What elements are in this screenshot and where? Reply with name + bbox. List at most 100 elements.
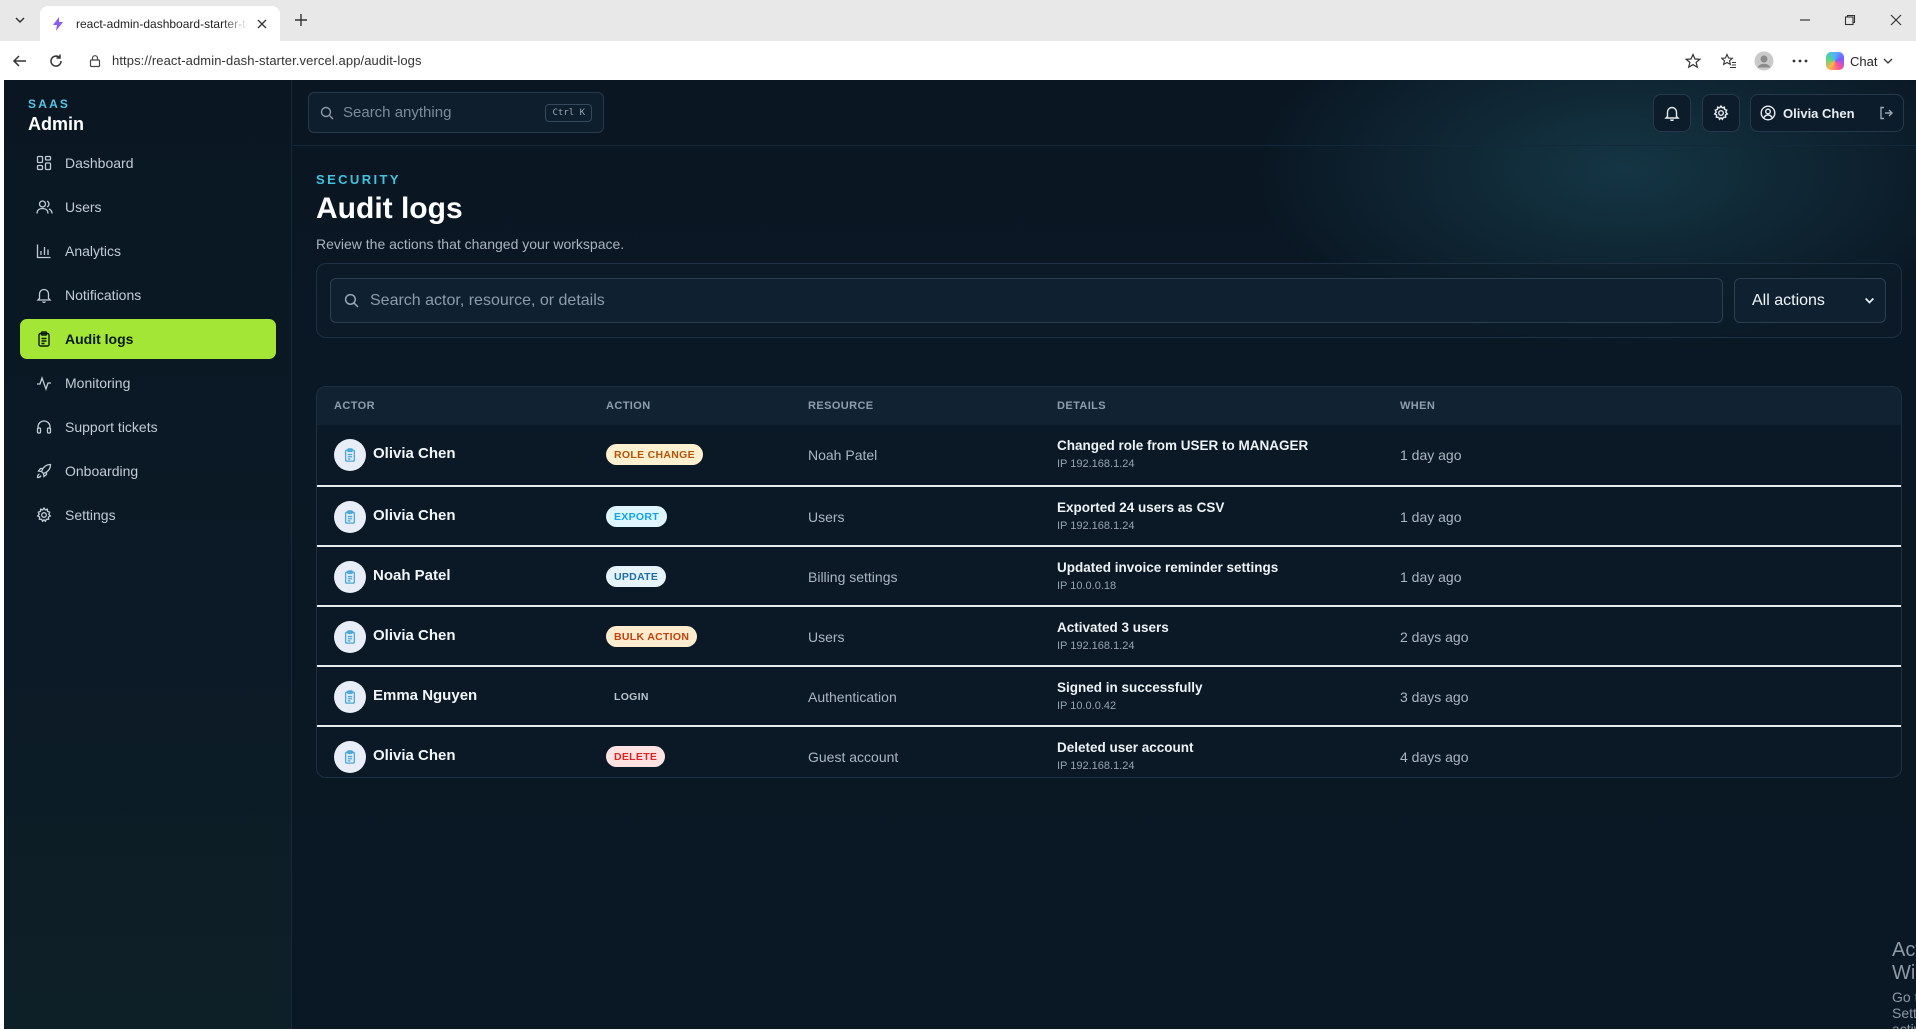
sidebar: SAAS Admin Dashboard Users Analytics Not… bbox=[4, 80, 292, 1029]
sidebar-item-label: Settings bbox=[65, 507, 116, 523]
browser-tab[interactable]: react-admin-dashboard-starter-te bbox=[40, 6, 280, 41]
user-name: Olivia Chen bbox=[1783, 105, 1855, 121]
rocket-icon bbox=[35, 462, 53, 480]
global-search-placeholder: Search anything bbox=[343, 104, 452, 121]
site-info-icon[interactable] bbox=[88, 54, 102, 68]
table-row[interactable]: Olivia Chen ROLE CHANGE Noah Patel Chang… bbox=[317, 425, 1901, 485]
close-window-icon[interactable] bbox=[1884, 8, 1908, 32]
sidebar-item-label: Analytics bbox=[65, 243, 122, 259]
more-options-icon[interactable] bbox=[1788, 49, 1812, 73]
sidebar-item-label: Support tickets bbox=[65, 419, 158, 435]
restore-window-icon[interactable] bbox=[1838, 8, 1862, 32]
back-arrow-icon[interactable] bbox=[8, 49, 32, 73]
close-tab-icon[interactable] bbox=[254, 16, 270, 32]
sidebar-item-label: Notifications bbox=[65, 287, 142, 303]
page-subtitle: Review the actions that changed your wor… bbox=[316, 236, 625, 252]
action-badge: DELETE bbox=[606, 746, 666, 767]
browser-tab-bar: react-admin-dashboard-starter-te bbox=[0, 0, 1916, 41]
page-title: Audit logs bbox=[316, 192, 463, 225]
sidebar-item-analytics[interactable]: Analytics bbox=[20, 231, 276, 271]
user-menu-button[interactable]: Olivia Chen bbox=[1750, 94, 1904, 132]
sidebar-item-users[interactable]: Users bbox=[20, 187, 276, 227]
audit-log-table: ACTOR ACTION RESOURCE DETAILS WHEN Olivi… bbox=[316, 386, 1902, 778]
sidebar-nav: Dashboard Users Analytics Notifications bbox=[20, 143, 276, 539]
sidebar-item-label: Onboarding bbox=[65, 463, 139, 479]
clipboard-icon bbox=[344, 630, 356, 644]
sidebar-item-label: Audit logs bbox=[65, 331, 134, 347]
table-row[interactable]: Emma Nguyen LOGIN Authentication Signed … bbox=[317, 665, 1901, 725]
action-badge: BULK ACTION bbox=[606, 626, 698, 647]
sidebar-item-audit-logs[interactable]: Audit logs bbox=[20, 319, 276, 359]
detail-text: Changed role from USER to MANAGER bbox=[1057, 438, 1309, 453]
copilot-chat-button[interactable]: Chat bbox=[1826, 48, 1893, 74]
avatar bbox=[334, 501, 366, 533]
sidebar-item-dashboard[interactable]: Dashboard bbox=[20, 143, 276, 183]
avatar bbox=[334, 741, 366, 773]
url-text: https://react-admin-dash-starter.vercel.… bbox=[112, 53, 422, 68]
reload-icon[interactable] bbox=[44, 49, 68, 73]
search-icon bbox=[320, 106, 334, 119]
activate-windows-watermark: Activate Windows Go to Settings to activ… bbox=[1892, 939, 1916, 1029]
tab-title: react-admin-dashboard-starter-te bbox=[76, 16, 248, 31]
url-field[interactable]: https://react-admin-dash-starter.vercel.… bbox=[76, 46, 1696, 75]
bell-icon bbox=[1664, 106, 1680, 121]
timestamp: 1 day ago bbox=[1400, 447, 1462, 463]
user-circle-icon bbox=[1760, 105, 1776, 121]
minimize-window-icon[interactable] bbox=[1793, 8, 1817, 32]
sidebar-item-support-tickets[interactable]: Support tickets bbox=[20, 407, 276, 447]
global-search-input[interactable]: Search anything Ctrl K bbox=[308, 92, 604, 133]
table-row[interactable]: Noah Patel UPDATE Billing settings Updat… bbox=[317, 545, 1901, 605]
new-tab-plus-icon[interactable] bbox=[290, 9, 312, 31]
favorites-list-icon[interactable] bbox=[1717, 49, 1741, 73]
actor-name: Emma Nguyen bbox=[373, 687, 478, 704]
sidebar-item-notifications[interactable]: Notifications bbox=[20, 275, 276, 315]
avatar bbox=[334, 681, 366, 713]
gear-icon bbox=[35, 506, 53, 524]
main-content: Search anything Ctrl K Olivia Chen SECUR… bbox=[293, 80, 1916, 1029]
actor-name: Noah Patel bbox=[373, 567, 451, 584]
timestamp: 1 day ago bbox=[1400, 569, 1462, 585]
audit-search-placeholder: Search actor, resource, or details bbox=[370, 291, 605, 309]
audit-search-input[interactable]: Search actor, resource, or details bbox=[330, 278, 1723, 323]
sidebar-item-onboarding[interactable]: Onboarding bbox=[20, 451, 276, 491]
activity-icon bbox=[35, 374, 53, 392]
column-header-resource: RESOURCE bbox=[808, 400, 874, 412]
tab-list-chevron-icon[interactable] bbox=[8, 8, 32, 32]
logout-icon[interactable] bbox=[1878, 105, 1894, 121]
clipboard-icon bbox=[344, 570, 356, 584]
avatar bbox=[334, 621, 366, 653]
chat-label: Chat bbox=[1850, 53, 1878, 69]
notifications-button[interactable] bbox=[1653, 94, 1691, 132]
gear-icon bbox=[1713, 105, 1729, 121]
timestamp: 2 days ago bbox=[1400, 629, 1469, 645]
table-row[interactable]: Olivia Chen EXPORT Users Exported 24 use… bbox=[317, 485, 1901, 545]
chevron-down-icon bbox=[1884, 58, 1893, 64]
ip-address: IP 10.0.0.18 bbox=[1057, 580, 1117, 592]
avatar bbox=[334, 439, 366, 471]
action-badge: LOGIN bbox=[614, 690, 649, 703]
table-row[interactable]: Olivia Chen BULK ACTION Users Activated … bbox=[317, 605, 1901, 665]
sidebar-item-monitoring[interactable]: Monitoring bbox=[20, 363, 276, 403]
profile-avatar-icon[interactable] bbox=[1752, 49, 1776, 73]
action-badge: ROLE CHANGE bbox=[606, 444, 703, 465]
action-filter-select[interactable]: All actions bbox=[1734, 278, 1886, 323]
top-bar: Search anything Ctrl K Olivia Chen bbox=[293, 80, 1916, 146]
ip-address: IP 192.168.1.24 bbox=[1057, 520, 1135, 532]
chevron-down-icon bbox=[1865, 297, 1874, 304]
sidebar-item-label: Dashboard bbox=[65, 155, 134, 171]
resource-text: Noah Patel bbox=[808, 447, 878, 463]
table-row[interactable]: Olivia Chen DELETE Guest account Deleted… bbox=[317, 725, 1901, 777]
search-icon bbox=[344, 293, 359, 308]
grid-icon bbox=[35, 154, 53, 172]
sidebar-item-settings[interactable]: Settings bbox=[20, 495, 276, 535]
brand-kicker: SAAS bbox=[28, 97, 71, 111]
detail-text: Deleted user account bbox=[1057, 740, 1194, 755]
ip-address: IP 10.0.0.42 bbox=[1057, 700, 1117, 712]
resource-text: Users bbox=[808, 509, 845, 525]
watermark-title: Activate Windows bbox=[1892, 939, 1916, 984]
resource-text: Guest account bbox=[808, 749, 899, 765]
favorite-star-icon[interactable] bbox=[1681, 49, 1705, 73]
ip-address: IP 192.168.1.24 bbox=[1057, 640, 1135, 652]
settings-button[interactable] bbox=[1702, 94, 1740, 132]
clipboard-icon bbox=[35, 330, 53, 348]
